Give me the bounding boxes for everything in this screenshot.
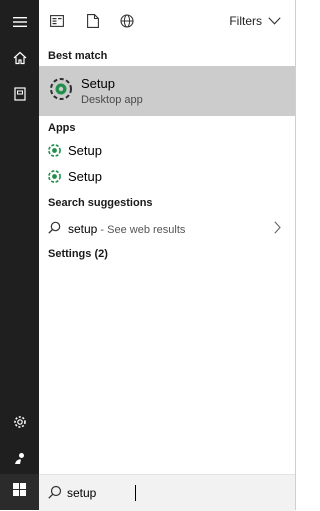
- windows-start-icon: [13, 483, 26, 501]
- home-icon: [13, 51, 27, 70]
- menu-button[interactable]: [0, 6, 39, 42]
- documents-icon: [87, 13, 99, 33]
- suggestion-see-web-results: - See web results: [97, 224, 186, 236]
- app-result-item[interactable]: Setup: [39, 139, 295, 163]
- feedback-button[interactable]: [0, 442, 39, 478]
- web-icon: [120, 13, 134, 33]
- apps-filter-button[interactable]: [45, 11, 69, 35]
- app-result-label: Setup: [68, 143, 102, 158]
- settings-gear-icon: [13, 415, 27, 434]
- best-match-title: Setup: [81, 76, 115, 91]
- best-match-subtitle: Desktop app: [81, 94, 143, 106]
- search-results-panel: Filters Best match Setup Desktop app App…: [39, 0, 295, 474]
- start-button[interactable]: [0, 474, 39, 510]
- start-rail: [0, 0, 39, 510]
- search-icon: [48, 485, 62, 504]
- search-box[interactable]: [39, 474, 295, 511]
- window-edge: [295, 0, 301, 510]
- filters-label: Filters: [229, 14, 262, 28]
- chevron-down-icon: [268, 14, 281, 28]
- setup-app-icon: [48, 170, 61, 188]
- setup-app-icon: [49, 77, 73, 106]
- search-suggestions-heading: Search suggestions: [48, 197, 153, 209]
- apps-icon: [50, 14, 64, 32]
- web-filter-button[interactable]: [115, 11, 139, 35]
- best-match-heading: Best match: [48, 50, 108, 62]
- chevron-right-icon: [274, 221, 281, 239]
- notebook-icon: [13, 86, 27, 106]
- filters-dropdown[interactable]: Filters: [229, 14, 281, 28]
- setup-app-icon: [48, 144, 61, 162]
- text-cursor: [135, 485, 136, 501]
- feedback-icon: [13, 451, 27, 470]
- suggestion-query: setup: [68, 222, 98, 236]
- app-result-item[interactable]: Setup: [39, 165, 295, 189]
- home-button[interactable]: [0, 42, 39, 78]
- search-icon: [48, 221, 61, 239]
- settings-results-heading[interactable]: Settings (2): [48, 248, 108, 260]
- settings-button[interactable]: [0, 406, 39, 442]
- best-match-item[interactable]: Setup Desktop app: [39, 66, 295, 116]
- search-input[interactable]: [67, 483, 267, 503]
- app-result-label: Setup: [68, 169, 102, 184]
- web-suggestion-item[interactable]: setup - See web results: [39, 216, 295, 240]
- apps-heading: Apps: [48, 122, 76, 134]
- documents-filter-button[interactable]: [81, 11, 105, 35]
- search-toolbar: Filters: [39, 0, 295, 46]
- notebook-button[interactable]: [0, 78, 39, 114]
- hamburger-menu-icon: [12, 15, 27, 33]
